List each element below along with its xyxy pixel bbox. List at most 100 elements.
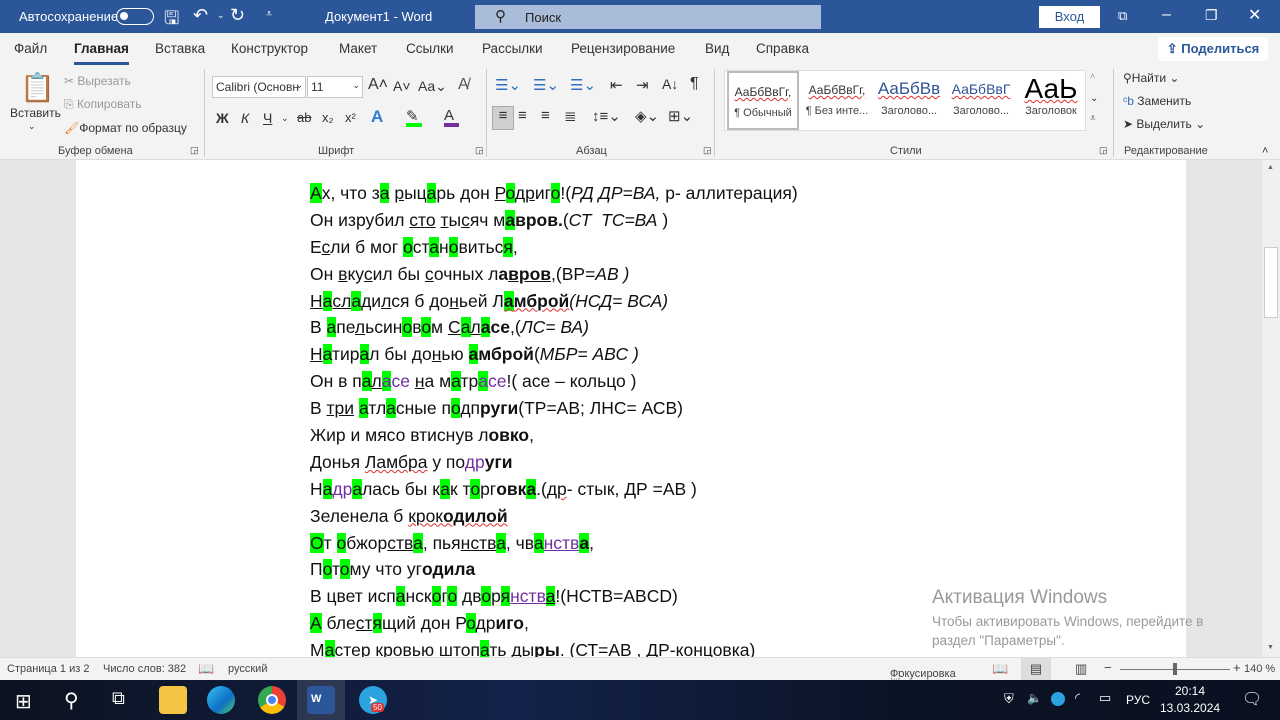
- tab-references[interactable]: Ссылки: [406, 41, 454, 56]
- vertical-scrollbar[interactable]: ▲ ▼: [1262, 160, 1280, 657]
- borders-icon[interactable]: ⊞⌄: [668, 107, 693, 125]
- ribbon-display-icon[interactable]: ⧉: [1118, 8, 1127, 24]
- volume-icon[interactable]: 🔈: [1027, 691, 1042, 705]
- redo-icon[interactable]: ↻: [230, 5, 245, 26]
- bold-button[interactable]: Ж: [216, 110, 229, 126]
- windows-start-icon[interactable]: ⊞: [15, 689, 32, 714]
- document-line[interactable]: Зеленела б крокодилой: [310, 503, 798, 530]
- style-heading-2[interactable]: АаБбВвГ Заголово...: [945, 71, 1017, 130]
- justify-icon[interactable]: ≣: [564, 107, 577, 125]
- find-button[interactable]: ⚲Найти ⌄: [1123, 71, 1179, 85]
- document-line[interactable]: Он в паласе на матрасе!( асе – кольцо ): [310, 368, 798, 395]
- increase-indent-icon[interactable]: ⇥: [636, 76, 649, 94]
- document-line[interactable]: Донья Ламбра у подруги: [310, 449, 798, 476]
- superscript-button[interactable]: x²: [345, 110, 356, 125]
- align-center-icon[interactable]: ≡: [518, 107, 527, 124]
- minimize-icon[interactable]: –: [1162, 6, 1171, 24]
- tab-mailings[interactable]: Рассылки: [482, 41, 543, 56]
- autosave-toggle[interactable]: [116, 8, 154, 25]
- document-body[interactable]: Ах, что за рыцарь дон Родриго!(РД ДР=ВА,…: [310, 180, 798, 657]
- edge-icon[interactable]: [207, 686, 235, 714]
- align-right-icon[interactable]: ≡: [541, 107, 550, 124]
- shading-icon[interactable]: ◈⌄: [635, 107, 659, 125]
- scrollbar-thumb[interactable]: [1264, 247, 1278, 318]
- zoom-level[interactable]: 140 %: [1244, 663, 1275, 675]
- document-line[interactable]: Если б мог остановиться,: [310, 234, 798, 261]
- line-spacing-icon[interactable]: ↕≡⌄: [592, 107, 621, 125]
- text-effects-icon[interactable]: A: [371, 107, 383, 127]
- gallery-down-icon[interactable]: ⌄: [1090, 93, 1098, 104]
- document-line[interactable]: В апельсиновом Саласе,(ЛС= ВА): [310, 314, 798, 341]
- gallery-up-icon[interactable]: ˄: [1090, 71, 1095, 81]
- document-line[interactable]: От обжорства, пьянства, чванства,: [310, 530, 798, 557]
- tab-insert[interactable]: Вставка: [155, 41, 205, 56]
- document-page[interactable]: Ах, что за рыцарь дон Родриго!(РД ДР=ВА,…: [76, 160, 1186, 657]
- scroll-up-icon[interactable]: ▲: [1267, 164, 1274, 171]
- style-no-spacing[interactable]: АаБбВвГг, ¶ Без инте...: [801, 71, 873, 130]
- font-launcher-icon[interactable]: ◲: [475, 145, 484, 156]
- collapse-ribbon-icon[interactable]: ˄: [1262, 145, 1268, 157]
- sort-icon[interactable]: A↓: [662, 76, 678, 92]
- zoom-in-icon[interactable]: +: [1233, 660, 1241, 675]
- highlight-color-icon[interactable]: ✎: [406, 107, 422, 127]
- scroll-down-icon[interactable]: ▼: [1267, 644, 1274, 651]
- gallery-more-icon[interactable]: ⩡: [1090, 113, 1096, 124]
- style-heading-1[interactable]: АаБбВв Заголово...: [873, 71, 945, 130]
- document-line[interactable]: Мастер кровью штопать дыры. (СТ=АВ , ДР-…: [310, 637, 798, 657]
- tab-view[interactable]: Вид: [705, 41, 729, 56]
- change-case-button[interactable]: Aa⌄: [418, 78, 447, 95]
- battery-icon[interactable]: ▭: [1099, 690, 1111, 706]
- shrink-font-icon[interactable]: A˅: [393, 78, 411, 94]
- strikethrough-button[interactable]: ab: [297, 110, 311, 125]
- tab-home[interactable]: Главная: [74, 41, 129, 65]
- multilevel-list-icon[interactable]: ☰⌄: [570, 76, 596, 94]
- search-icon[interactable]: ⚲: [64, 688, 79, 713]
- zoom-out-icon[interactable]: −: [1104, 660, 1112, 675]
- document-line[interactable]: Он вкусил бы сочных лавров,(ВР=АВ ): [310, 261, 798, 288]
- chrome-icon[interactable]: [258, 686, 286, 714]
- font-color-icon[interactable]: A: [444, 107, 459, 127]
- undo-dropdown-icon[interactable]: ⌄: [217, 10, 225, 21]
- document-line[interactable]: Натирал бы донью амброй(МБР= АВС ): [310, 341, 798, 368]
- document-line[interactable]: А блестящий дон Родриго,: [310, 610, 798, 637]
- decrease-indent-icon[interactable]: ⇤: [610, 76, 623, 94]
- login-button[interactable]: Вход: [1039, 6, 1100, 28]
- tab-design[interactable]: Конструктор: [231, 41, 308, 56]
- tab-file[interactable]: Файл: [14, 41, 47, 56]
- language[interactable]: русский: [228, 663, 267, 675]
- tab-help[interactable]: Справка: [756, 41, 809, 56]
- telegram-tray-icon[interactable]: [1051, 692, 1065, 706]
- paste-icon[interactable]: 📋: [20, 71, 55, 104]
- share-button[interactable]: ⇪ Поделиться: [1158, 37, 1268, 61]
- document-line[interactable]: В три атласные подпруги(ТР=АВ; ЛНС= АСВ): [310, 395, 798, 422]
- save-icon[interactable]: 🖫: [164, 6, 179, 36]
- web-layout-icon[interactable]: ▥: [1075, 661, 1087, 677]
- tab-layout[interactable]: Макет: [339, 41, 377, 56]
- show-marks-icon[interactable]: ¶: [690, 75, 699, 93]
- task-view-icon[interactable]: ⧉: [112, 688, 125, 709]
- clipboard-launcher-icon[interactable]: ◲: [190, 145, 199, 156]
- align-left-icon[interactable]: ≡: [492, 106, 514, 130]
- grow-font-icon[interactable]: A˄: [368, 76, 388, 94]
- proofing-icon[interactable]: 📖: [198, 661, 214, 677]
- replace-button[interactable]: ᶜb Заменить: [1123, 94, 1191, 108]
- notifications-icon[interactable]: 🗨: [1242, 689, 1262, 709]
- file-explorer-icon[interactable]: [159, 686, 187, 714]
- print-layout-icon[interactable]: ▤: [1021, 658, 1051, 680]
- select-button[interactable]: ➤ Выделить ⌄: [1123, 117, 1205, 131]
- word-count[interactable]: Число слов: 382: [103, 663, 186, 675]
- input-language[interactable]: РУС: [1126, 693, 1150, 707]
- security-icon[interactable]: ⛨: [1004, 691, 1014, 707]
- read-mode-icon[interactable]: 📖: [992, 661, 1008, 677]
- undo-icon[interactable]: ↶: [193, 5, 208, 26]
- document-line[interactable]: Потому что угодила: [310, 556, 798, 583]
- zoom-slider-handle[interactable]: [1173, 663, 1177, 675]
- document-line[interactable]: Ах, что за рыцарь дон Родриго!(РД ДР=ВА,…: [310, 180, 798, 207]
- underline-dropdown-icon[interactable]: ⌄: [281, 113, 289, 124]
- document-line[interactable]: Жир и мясо втиснув ловко,: [310, 422, 798, 449]
- paste-button[interactable]: Вставить: [10, 106, 61, 120]
- bullets-icon[interactable]: ☰⌄: [495, 76, 521, 94]
- styles-launcher-icon[interactable]: ◲: [1099, 145, 1108, 156]
- paragraph-launcher-icon[interactable]: ◲: [703, 145, 712, 156]
- font-size-select[interactable]: 11 ⌄: [307, 76, 363, 98]
